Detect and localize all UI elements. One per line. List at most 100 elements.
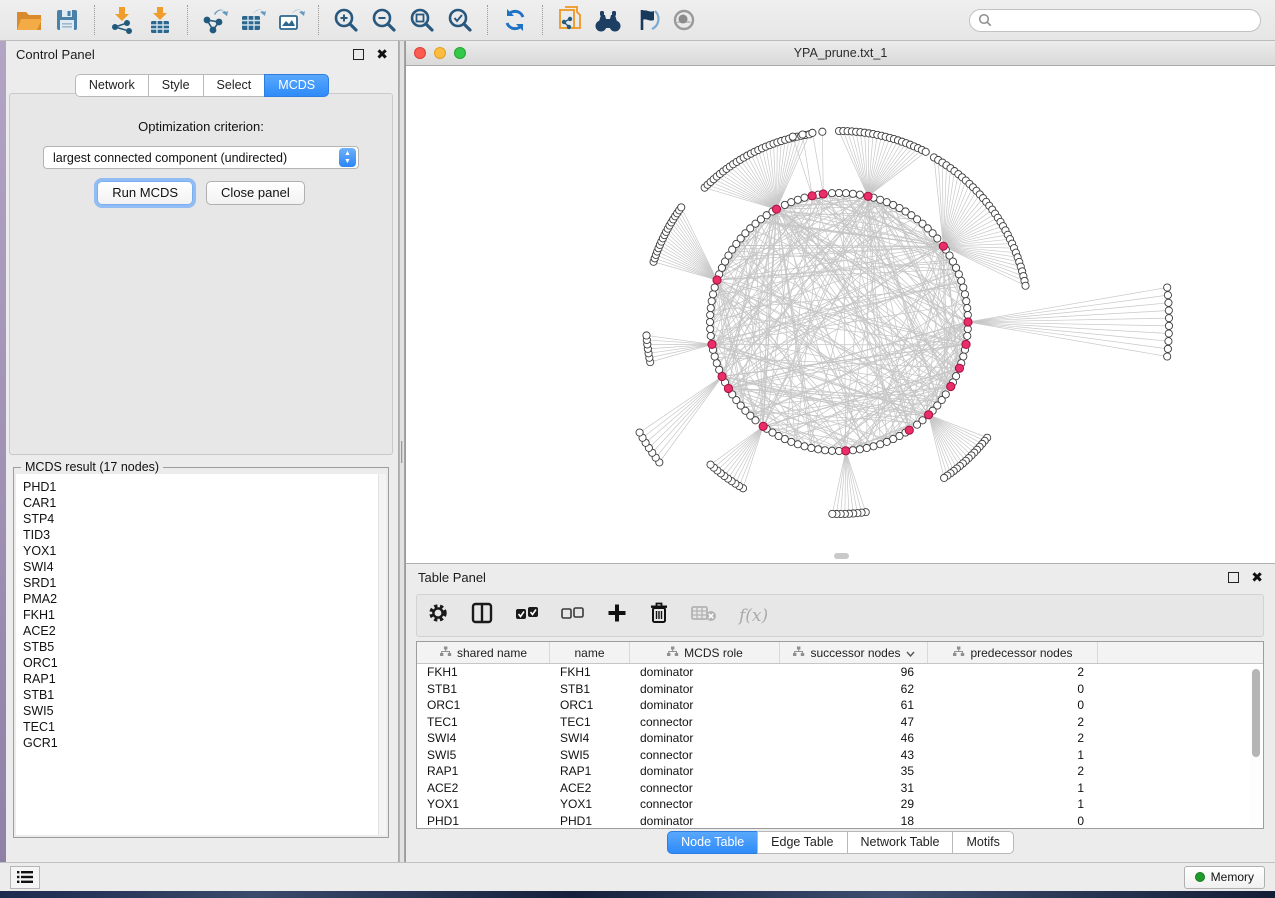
mcds-hub-node[interactable] bbox=[819, 190, 827, 198]
tab-node-table[interactable]: Node Table bbox=[667, 831, 758, 854]
mcds-result-item[interactable]: SWI5 bbox=[23, 703, 377, 719]
table-cell[interactable]: 0 bbox=[928, 682, 1098, 696]
table-cell[interactable]: 18 bbox=[780, 814, 928, 828]
refresh-icon[interactable] bbox=[496, 3, 534, 37]
table-row[interactable]: RAP1RAP1dominator352 bbox=[417, 763, 1263, 780]
table-cell[interactable]: 61 bbox=[780, 698, 928, 712]
tab-select[interactable]: Select bbox=[203, 74, 266, 97]
criterion-dropdown[interactable]: largest connected component (undirected)… bbox=[43, 146, 359, 169]
table-cell[interactable]: TEC1 bbox=[550, 715, 630, 729]
table-cell[interactable]: SWI5 bbox=[550, 748, 630, 762]
mcds-hub-node[interactable] bbox=[962, 340, 970, 348]
table-cell[interactable]: 47 bbox=[780, 715, 928, 729]
table-cell[interactable]: ORC1 bbox=[550, 698, 630, 712]
mcds-result-item[interactable]: PHD1 bbox=[23, 479, 377, 495]
mcds-result-item[interactable]: ORC1 bbox=[23, 655, 377, 671]
tab-network-table[interactable]: Network Table bbox=[847, 831, 954, 854]
table-row[interactable]: SWI4SWI4dominator462 bbox=[417, 730, 1263, 747]
table-cell[interactable]: PHD1 bbox=[417, 814, 550, 828]
table-cell[interactable]: 43 bbox=[780, 748, 928, 762]
mcds-result-item[interactable]: TID3 bbox=[23, 527, 377, 543]
table-cell[interactable]: TEC1 bbox=[417, 715, 550, 729]
export-network-icon[interactable] bbox=[196, 3, 234, 37]
table-cell[interactable]: 2 bbox=[928, 665, 1098, 679]
tab-network[interactable]: Network bbox=[75, 74, 149, 97]
mcds-hub-node[interactable] bbox=[955, 364, 963, 372]
show-columns-icon[interactable] bbox=[471, 602, 493, 629]
table-cell[interactable]: SWI5 bbox=[417, 748, 550, 762]
mcds-result-item[interactable]: ACE2 bbox=[23, 623, 377, 639]
select-all-icon[interactable] bbox=[515, 604, 539, 627]
table-cell[interactable]: 35 bbox=[780, 764, 928, 778]
binoculars-icon[interactable] bbox=[589, 3, 627, 37]
delete-icon[interactable] bbox=[649, 602, 669, 629]
mcds-hub-node[interactable] bbox=[964, 318, 972, 326]
table-cell[interactable]: 2 bbox=[928, 764, 1098, 778]
table-row[interactable]: PHD1PHD1dominator180 bbox=[417, 813, 1263, 830]
search-input[interactable] bbox=[992, 13, 1252, 27]
zoom-in-icon[interactable] bbox=[327, 3, 365, 37]
mcds-result-item[interactable]: YOX1 bbox=[23, 543, 377, 559]
table-cell[interactable]: 2 bbox=[928, 731, 1098, 745]
table-row[interactable]: TEC1TEC1connector472 bbox=[417, 714, 1263, 731]
network-window-titlebar[interactable]: YPA_prune.txt_1 bbox=[406, 41, 1275, 66]
table-cell[interactable]: 1 bbox=[928, 781, 1098, 795]
table-cell[interactable]: 62 bbox=[780, 682, 928, 696]
table-cell[interactable]: 46 bbox=[780, 731, 928, 745]
add-column-icon[interactable] bbox=[607, 603, 627, 628]
table-cell[interactable]: YOX1 bbox=[417, 797, 550, 811]
table-cell[interactable]: STB1 bbox=[550, 682, 630, 696]
result-list-scrollbar[interactable] bbox=[378, 474, 386, 835]
table-cell[interactable]: 96 bbox=[780, 665, 928, 679]
panel-menu-button[interactable] bbox=[10, 866, 40, 889]
tab-motifs[interactable]: Motifs bbox=[952, 831, 1013, 854]
table-row[interactable]: STB1STB1dominator620 bbox=[417, 681, 1263, 698]
table-row[interactable]: ORC1ORC1dominator610 bbox=[417, 697, 1263, 714]
tab-edge-table[interactable]: Edge Table bbox=[757, 831, 847, 854]
float-table-panel-icon[interactable] bbox=[1228, 572, 1239, 583]
run-mcds-button[interactable]: Run MCDS bbox=[97, 181, 193, 205]
tab-style[interactable]: Style bbox=[148, 74, 204, 97]
mcds-hub-node[interactable] bbox=[905, 426, 913, 434]
zoom-out-icon[interactable] bbox=[365, 3, 403, 37]
mcds-hub-node[interactable] bbox=[808, 192, 816, 200]
search-box[interactable] bbox=[969, 9, 1261, 32]
import-network-icon[interactable] bbox=[103, 3, 141, 37]
eye-icon[interactable] bbox=[665, 3, 703, 37]
table-cell[interactable]: dominator bbox=[630, 731, 780, 745]
table-cell[interactable]: connector bbox=[630, 781, 780, 795]
table-cell[interactable]: dominator bbox=[630, 698, 780, 712]
network-graph[interactable] bbox=[406, 66, 1274, 562]
mcds-result-item[interactable]: STB5 bbox=[23, 639, 377, 655]
table-cell[interactable]: connector bbox=[630, 748, 780, 762]
table-cell[interactable]: ACE2 bbox=[550, 781, 630, 795]
table-cell[interactable]: RAP1 bbox=[550, 764, 630, 778]
table-cell[interactable]: YOX1 bbox=[550, 797, 630, 811]
table-cell[interactable]: connector bbox=[630, 715, 780, 729]
table-cell[interactable]: FKH1 bbox=[417, 665, 550, 679]
table-cell[interactable]: SWI4 bbox=[550, 731, 630, 745]
table-cell[interactable]: ACE2 bbox=[417, 781, 550, 795]
table-cell[interactable]: 0 bbox=[928, 698, 1098, 712]
import-table-icon[interactable] bbox=[141, 3, 179, 37]
table-vscroll-thumb[interactable] bbox=[1252, 669, 1260, 757]
mcds-hub-node[interactable] bbox=[925, 411, 933, 419]
column-header-successor-nodes[interactable]: successor nodes bbox=[780, 642, 928, 663]
table-cell[interactable]: RAP1 bbox=[417, 764, 550, 778]
zoom-selected-icon[interactable] bbox=[441, 3, 479, 37]
table-row[interactable]: YOX1YOX1connector291 bbox=[417, 796, 1263, 813]
mcds-result-item[interactable]: STP4 bbox=[23, 511, 377, 527]
mcds-hub-node[interactable] bbox=[842, 447, 850, 455]
mcds-hub-node[interactable] bbox=[724, 384, 732, 392]
table-cell[interactable]: dominator bbox=[630, 682, 780, 696]
deselect-all-icon[interactable] bbox=[561, 604, 585, 627]
table-cell[interactable]: connector bbox=[630, 797, 780, 811]
mcds-hub-node[interactable] bbox=[718, 372, 726, 380]
table-row[interactable]: SWI5SWI5connector431 bbox=[417, 747, 1263, 764]
close-panel-icon[interactable]: ✖ bbox=[376, 47, 388, 61]
mcds-hub-node[interactable] bbox=[713, 276, 721, 284]
table-cell[interactable]: 29 bbox=[780, 797, 928, 811]
table-cell[interactable]: STB1 bbox=[417, 682, 550, 696]
table-vscroll[interactable] bbox=[1250, 666, 1262, 827]
tab-mcds[interactable]: MCDS bbox=[264, 74, 329, 97]
